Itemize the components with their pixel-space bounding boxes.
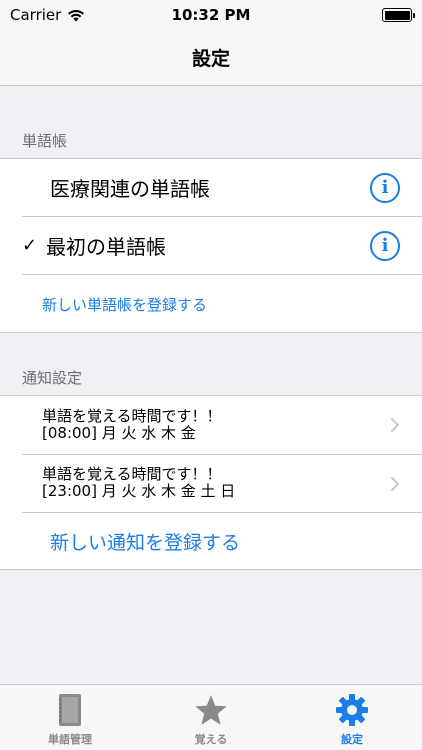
page-title: 設定 xyxy=(191,48,230,70)
tab-memorize[interactable]: 覚える xyxy=(141,685,281,750)
wordbook-label: 最初の単語帳 xyxy=(46,235,166,259)
notification-text: 単語を覚える時間です！！ [08:00] 月 火 水 木 金 xyxy=(42,408,222,442)
wordbook-row[interactable]: 医療関連の単語帳 i xyxy=(0,159,422,216)
tab-bar: 単語管理 覚える 設定 xyxy=(0,684,422,750)
tab-label: 覚える xyxy=(194,733,228,746)
carrier-info: Carrier xyxy=(10,6,85,24)
tab-wordbook-management[interactable]: 単語管理 xyxy=(0,685,140,750)
notification-schedule: [23:00] 月 火 水 木 金 土 日 xyxy=(42,482,236,500)
section-header-wordbooks: 単語帳 xyxy=(22,132,68,150)
info-icon[interactable]: i xyxy=(370,230,400,261)
notebook-icon xyxy=(59,694,81,726)
notification-list: 単語を覚える時間です！！ [08:00] 月 火 水 木 金 単語を覚える時間で… xyxy=(0,395,422,570)
notification-row[interactable]: 単語を覚える時間です！！ [23:00] 月 火 水 木 金 土 日 xyxy=(0,455,422,512)
chevron-right-icon xyxy=(391,418,399,432)
wifi-icon xyxy=(68,9,85,21)
add-wordbook-button[interactable]: 新しい単語帳を登録する xyxy=(0,275,422,333)
section-header-notifications: 通知設定 xyxy=(22,369,83,387)
gear-icon xyxy=(336,694,368,726)
wordbook-label: 医療関連の単語帳 xyxy=(50,177,210,201)
notification-message: 単語を覚える時間です！！ xyxy=(42,407,222,425)
star-icon xyxy=(195,695,227,725)
checkmark-icon: ✓ xyxy=(22,235,38,256)
carrier-label: Carrier xyxy=(10,6,62,24)
add-notification-button[interactable]: 新しい通知を登録する xyxy=(0,513,422,570)
info-icon[interactable]: i xyxy=(370,172,400,203)
battery-icon xyxy=(382,8,415,22)
tab-label: 設定 xyxy=(341,733,363,746)
notification-row[interactable]: 単語を覚える時間です！！ [08:00] 月 火 水 木 金 xyxy=(0,396,422,454)
wordbook-row-selected[interactable]: ✓ 最初の単語帳 i xyxy=(0,217,422,274)
notification-schedule: [08:00] 月 火 水 木 金 xyxy=(42,424,196,442)
chevron-right-icon xyxy=(391,476,399,491)
add-wordbook-label: 新しい単語帳を登録する xyxy=(42,295,208,314)
add-notification-label: 新しい通知を登録する xyxy=(50,532,241,554)
tab-settings[interactable]: 設定 xyxy=(282,685,422,750)
tab-label: 単語管理 xyxy=(48,733,92,746)
notification-text: 単語を覚える時間です！！ [23:00] 月 火 水 木 金 土 日 xyxy=(42,466,235,500)
status-bar: Carrier 10:32 PM xyxy=(0,0,422,30)
notification-message: 単語を覚える時間です！！ xyxy=(42,465,222,483)
navigation-bar: 設定 xyxy=(0,30,422,86)
wordbook-list: 医療関連の単語帳 i ✓ 最初の単語帳 i 新しい単語帳を登録する xyxy=(0,158,422,333)
